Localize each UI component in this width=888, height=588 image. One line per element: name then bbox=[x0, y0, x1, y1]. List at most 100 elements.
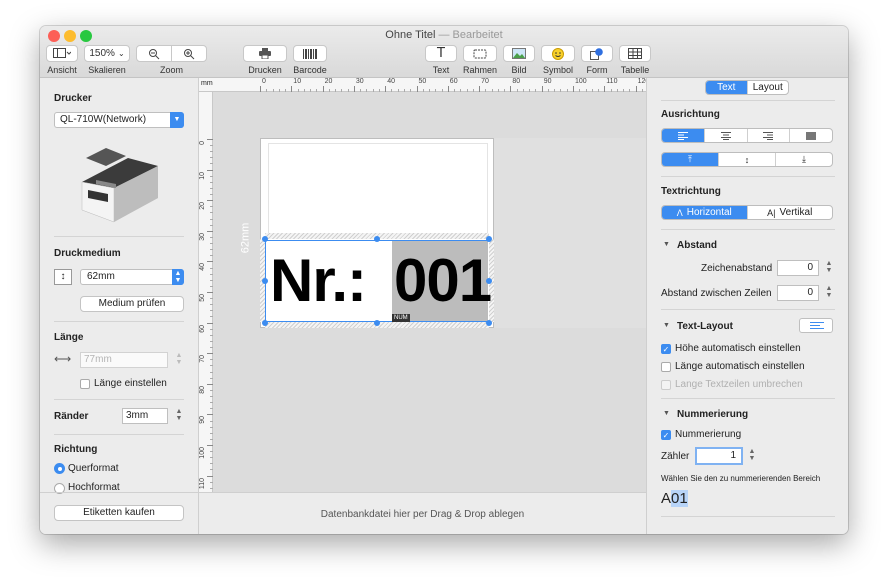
ruler-label: 50 bbox=[418, 78, 427, 85]
numbering-range-preview[interactable]: A01 bbox=[661, 490, 688, 508]
resize-handle[interactable] bbox=[262, 320, 268, 326]
printer-icon bbox=[259, 48, 271, 59]
ruler-tick bbox=[207, 383, 213, 385]
disclosure-triangle-icon[interactable]: ▼ bbox=[663, 322, 670, 329]
length-input[interactable]: 77mm bbox=[80, 352, 168, 368]
alignment-section-title: Ausrichtung bbox=[661, 109, 720, 120]
orientation-section-title: Richtung bbox=[54, 444, 98, 455]
ruler-tick bbox=[207, 292, 213, 293]
counter-stepper[interactable]: ▲ ▼ bbox=[748, 448, 756, 464]
auto-height-checkbox[interactable]: ✓ bbox=[661, 344, 671, 354]
tab-text[interactable]: Text bbox=[706, 81, 747, 94]
text-object[interactable]: Nr.: 001 NUM bbox=[265, 240, 492, 322]
ruler-minor-tick bbox=[303, 89, 305, 92]
check-media-button[interactable]: Medium prüfen bbox=[80, 296, 184, 312]
landscape-radio[interactable] bbox=[54, 463, 65, 474]
ruler-tick bbox=[385, 86, 387, 92]
resize-handle[interactable] bbox=[374, 320, 380, 326]
zoom-in-button[interactable] bbox=[171, 45, 207, 62]
shape-label: Form bbox=[586, 65, 608, 75]
shape-button[interactable] bbox=[581, 45, 613, 62]
ruler-minor-tick bbox=[610, 89, 612, 92]
align-justify-button[interactable] bbox=[789, 129, 832, 142]
symbol-button[interactable] bbox=[541, 45, 575, 62]
ruler-minor-tick bbox=[591, 89, 593, 92]
ruler-minor-tick bbox=[579, 89, 581, 92]
disclosure-triangle-icon[interactable]: ▼ bbox=[663, 410, 670, 417]
database-drop-zone[interactable]: Datenbankdatei hier per Drag & Drop able… bbox=[199, 492, 646, 534]
ruler-minor-tick bbox=[378, 89, 380, 92]
toolbar: Ohne Titel — Bearbeitet Ansicht 150% ⌄ S… bbox=[40, 26, 848, 78]
resize-handle[interactable] bbox=[486, 320, 492, 326]
ruler-minor-tick bbox=[210, 267, 213, 269]
text-direction-control: Λ Horizontal A| Vertikal bbox=[661, 205, 833, 220]
direction-horizontal-button[interactable]: Λ Horizontal bbox=[662, 206, 747, 219]
ruler-label: 0 bbox=[199, 141, 206, 145]
align-center-button[interactable] bbox=[703, 129, 747, 142]
margins-stepper[interactable]: ▲ ▼ bbox=[175, 408, 183, 424]
tab-layout[interactable]: Layout bbox=[746, 81, 789, 94]
ruler-label: 10 bbox=[199, 171, 206, 180]
ruler-minor-tick bbox=[347, 89, 349, 92]
margins-input[interactable]: 3mm bbox=[122, 408, 168, 424]
length-set-checkbox[interactable] bbox=[80, 379, 90, 389]
ruler-tick bbox=[447, 86, 449, 92]
line-spacing-input[interactable]: 0 bbox=[777, 285, 819, 301]
ruler-minor-tick bbox=[210, 206, 213, 208]
resize-handle[interactable] bbox=[486, 278, 492, 284]
sidebar-view-icon bbox=[53, 48, 71, 58]
view-button[interactable] bbox=[46, 45, 78, 62]
ruler-tick bbox=[207, 139, 213, 140]
wrap-lines-checkbox[interactable] bbox=[661, 380, 671, 390]
line-spacing-stepper[interactable]: ▲ ▼ bbox=[825, 285, 833, 301]
resize-handle[interactable] bbox=[486, 236, 492, 242]
canvas-area[interactable]: mm 0 10 20 30 40 50 60 70 80 90 100 110 120 0 10 20 30 4… bbox=[199, 78, 662, 534]
direction-vertical-button[interactable]: A| Vertikal bbox=[746, 206, 833, 219]
landscape-label: Querformat bbox=[68, 463, 119, 474]
scale-select[interactable]: 150% ⌄ bbox=[84, 45, 130, 62]
counter-input[interactable]: 1 bbox=[695, 447, 743, 465]
align-left-button[interactable] bbox=[662, 129, 704, 142]
image-button[interactable] bbox=[503, 45, 535, 62]
ruler-minor-tick bbox=[210, 347, 213, 349]
print-button[interactable] bbox=[243, 45, 287, 62]
disclosure-triangle-icon[interactable]: ▼ bbox=[663, 241, 670, 248]
resize-handle[interactable] bbox=[262, 278, 268, 284]
auto-length-checkbox[interactable] bbox=[661, 362, 671, 372]
ruler-tick bbox=[541, 86, 543, 92]
char-spacing-stepper[interactable]: ▲ ▼ bbox=[825, 260, 833, 276]
table-label: Tabelle bbox=[620, 65, 650, 75]
align-top-button[interactable]: ⤒ bbox=[662, 153, 718, 166]
table-button[interactable] bbox=[619, 45, 651, 62]
ruler-minor-tick bbox=[460, 89, 462, 92]
media-select[interactable]: 62mm ▲ ▼ bbox=[80, 269, 184, 285]
align-bottom-button[interactable]: ⤓ bbox=[775, 153, 832, 166]
align-right-button[interactable] bbox=[746, 129, 790, 142]
ruler-label: 60 bbox=[199, 324, 206, 333]
length-stepper[interactable]: ▲ ▼ bbox=[175, 352, 183, 368]
ruler-minor-tick bbox=[210, 243, 213, 245]
resize-handle[interactable] bbox=[374, 236, 380, 242]
ruler-minor-tick bbox=[403, 89, 405, 92]
char-spacing-input[interactable]: 0 bbox=[777, 260, 819, 276]
ruler-minor-tick bbox=[435, 89, 437, 92]
ruler-minor-tick bbox=[210, 145, 213, 147]
ruler-tick bbox=[207, 353, 213, 355]
drop-hint-text: Datenbankdatei hier per Drag & Drop able… bbox=[320, 509, 525, 520]
spacing-section-title: Abstand bbox=[677, 240, 717, 251]
ruler-minor-tick bbox=[391, 89, 393, 92]
barcode-button[interactable] bbox=[293, 45, 327, 62]
insert-text-button[interactable]: T bbox=[425, 45, 457, 62]
resize-handle[interactable] bbox=[262, 236, 268, 242]
ruler-minor-tick bbox=[504, 89, 506, 92]
text-layout-button[interactable] bbox=[799, 318, 833, 333]
ruler-minor-tick bbox=[266, 89, 268, 92]
buy-labels-button[interactable]: Etiketten kaufen bbox=[54, 505, 184, 521]
ruler-label: 0 bbox=[262, 78, 266, 85]
length-set-label: Länge einstellen bbox=[94, 378, 167, 389]
zoom-out-button[interactable] bbox=[136, 45, 172, 62]
printer-select[interactable]: QL-710W(Network) ▼ bbox=[54, 112, 184, 128]
frame-button[interactable] bbox=[463, 45, 497, 62]
align-middle-button[interactable]: ↕ bbox=[718, 153, 775, 166]
numbering-checkbox[interactable]: ✓ bbox=[661, 430, 671, 440]
